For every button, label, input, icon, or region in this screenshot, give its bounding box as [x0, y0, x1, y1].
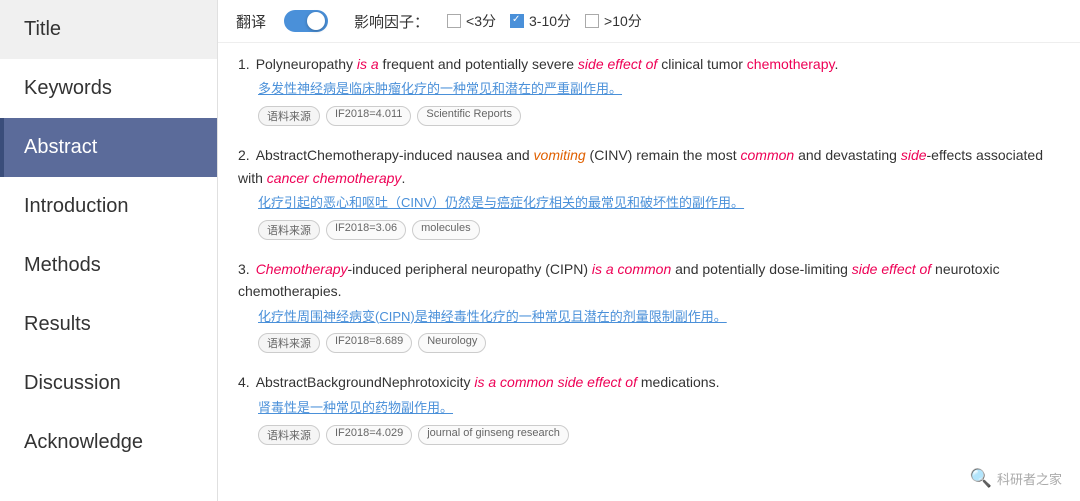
filter-gt10[interactable]: >10分 [585, 11, 642, 31]
tag-IF2018=8.689[interactable]: IF2018=8.689 [326, 333, 412, 353]
en-part: vomiting [534, 147, 586, 163]
result-item-1: 1. Polyneuropathy is a frequent and poten… [238, 53, 1060, 126]
en-part: is a common side effect of [474, 374, 637, 390]
tag-Neurology[interactable]: Neurology [418, 333, 486, 353]
result-item-2: 2. AbstractChemotherapy-induced nausea an… [238, 144, 1060, 240]
content-area: 1. Polyneuropathy is a frequent and poten… [218, 43, 1080, 501]
en-part: side effect of [578, 56, 657, 72]
en-part: Polyneuropathy [256, 56, 357, 72]
toolbar: 翻译 影响因子： <3分 3-10分 >10分 [218, 0, 1080, 43]
result-zh-3: 化疗性周围神经病变(CIPN)是神经毒性化疗的一种常见且潜在的剂量限制副作用。 [258, 307, 1060, 328]
factor-label: 影响因子： [354, 11, 429, 32]
result-en-2: 2. AbstractChemotherapy-induced nausea an… [238, 144, 1060, 189]
sidebar-item-introduction[interactable]: Introduction [0, 177, 217, 236]
en-part: side effect of [852, 261, 931, 277]
filter-lt3[interactable]: <3分 [447, 11, 496, 31]
en-part: AbstractBackgroundNephrotoxicity [256, 374, 475, 390]
en-part: and devastating [794, 147, 901, 163]
sidebar-item-abstract[interactable]: Abstract [0, 118, 217, 177]
en-part: (CINV) remain the most [586, 147, 741, 163]
tag-语料来源[interactable]: 语料来源 [258, 425, 320, 445]
result-tags-3: 语料来源 IF2018=8.689 Neurology [258, 333, 1060, 353]
filter-group: <3分 3-10分 >10分 [447, 11, 642, 31]
result-en-1: 1. Polyneuropathy is a frequent and poten… [238, 53, 1060, 75]
checkbox-3to10[interactable] [510, 14, 524, 28]
result-number-2: 2. [238, 147, 250, 163]
en-part: . [401, 170, 405, 186]
filter-label-3to10: 3-10分 [529, 11, 571, 31]
result-number-4: 4. [238, 374, 250, 390]
tag-Scientific_Reports[interactable]: Scientific Reports [417, 106, 521, 126]
translate-label: 翻译 [236, 11, 266, 32]
tag-molecules[interactable]: molecules [412, 220, 480, 240]
sidebar-item-results[interactable]: Results [0, 295, 217, 354]
en-part: common [741, 147, 795, 163]
tag-IF2018=4.011[interactable]: IF2018=4.011 [326, 106, 411, 126]
en-part: side [901, 147, 927, 163]
sidebar-item-keywords[interactable]: Keywords [0, 59, 217, 118]
en-part: . [834, 56, 838, 72]
result-en-4: 4. AbstractBackgroundNephrotoxicity is a … [238, 371, 1060, 393]
en-part: is a common [592, 261, 671, 277]
tag-journal_of_ginseng_research[interactable]: journal of ginseng research [418, 425, 569, 445]
en-part: AbstractChemotherapy-induced nausea and [256, 147, 534, 163]
en-part: frequent and potentially severe [379, 56, 578, 72]
result-tags-4: 语料来源 IF2018=4.029 journal of ginseng resea… [258, 425, 1060, 445]
en-part: Chemotherapy [256, 261, 348, 277]
sidebar-item-methods[interactable]: Methods [0, 236, 217, 295]
sidebar-item-discussion[interactable]: Discussion [0, 354, 217, 413]
en-part: and potentially dose-limiting [671, 261, 852, 277]
sidebar-item-title[interactable]: Title [0, 0, 217, 59]
result-tags-2: 语料来源 IF2018=3.06 molecules [258, 220, 1060, 240]
en-part: cancer chemotherapy [267, 170, 402, 186]
tag-语料来源[interactable]: 语料来源 [258, 106, 320, 126]
filter-label-gt10: >10分 [604, 11, 642, 31]
result-en-3: 3. Chemotherapy-induced peripheral neurop… [238, 258, 1060, 303]
translate-toggle[interactable] [284, 10, 328, 32]
result-zh-1: 多发性神经病是临床肿瘤化疗的一种常见和潜在的严重副作用。 [258, 79, 1060, 100]
result-item-3: 3. Chemotherapy-induced peripheral neurop… [238, 258, 1060, 354]
en-part: chemotherapy [747, 56, 835, 72]
checkbox-gt10[interactable] [585, 14, 599, 28]
checkbox-lt3[interactable] [447, 14, 461, 28]
en-part: -induced peripheral neuropathy (CIPN) [348, 261, 592, 277]
en-part: medications. [637, 374, 719, 390]
result-item-4: 4. AbstractBackgroundNephrotoxicity is a … [238, 371, 1060, 444]
result-number-1: 1. [238, 56, 250, 72]
result-zh-2: 化疗引起的恶心和呕吐（CINV）仍然是与癌症化疗相关的最常见和破坏性的副作用。 [258, 193, 1060, 214]
result-zh-4: 肾毒性是一种常见的药物副作用。 [258, 398, 1060, 419]
sidebar: TitleKeywordsAbstractIntroductionMethods… [0, 0, 218, 501]
filter-3to10[interactable]: 3-10分 [510, 11, 571, 31]
sidebar-item-acknowledge[interactable]: Acknowledge [0, 413, 217, 472]
en-part: clinical tumor [657, 56, 746, 72]
tag-语料来源[interactable]: 语料来源 [258, 333, 320, 353]
tag-IF2018=4.029[interactable]: IF2018=4.029 [326, 425, 412, 445]
result-tags-1: 语料来源 IF2018=4.011 Scientific Reports [258, 106, 1060, 126]
main-panel: 翻译 影响因子： <3分 3-10分 >10分 1. Polyneuropathy i… [218, 0, 1080, 501]
en-part: is a [357, 56, 379, 72]
tag-IF2018=3.06[interactable]: IF2018=3.06 [326, 220, 406, 240]
filter-label-lt3: <3分 [466, 11, 496, 31]
result-number-3: 3. [238, 261, 250, 277]
tag-语料来源[interactable]: 语料来源 [258, 220, 320, 240]
